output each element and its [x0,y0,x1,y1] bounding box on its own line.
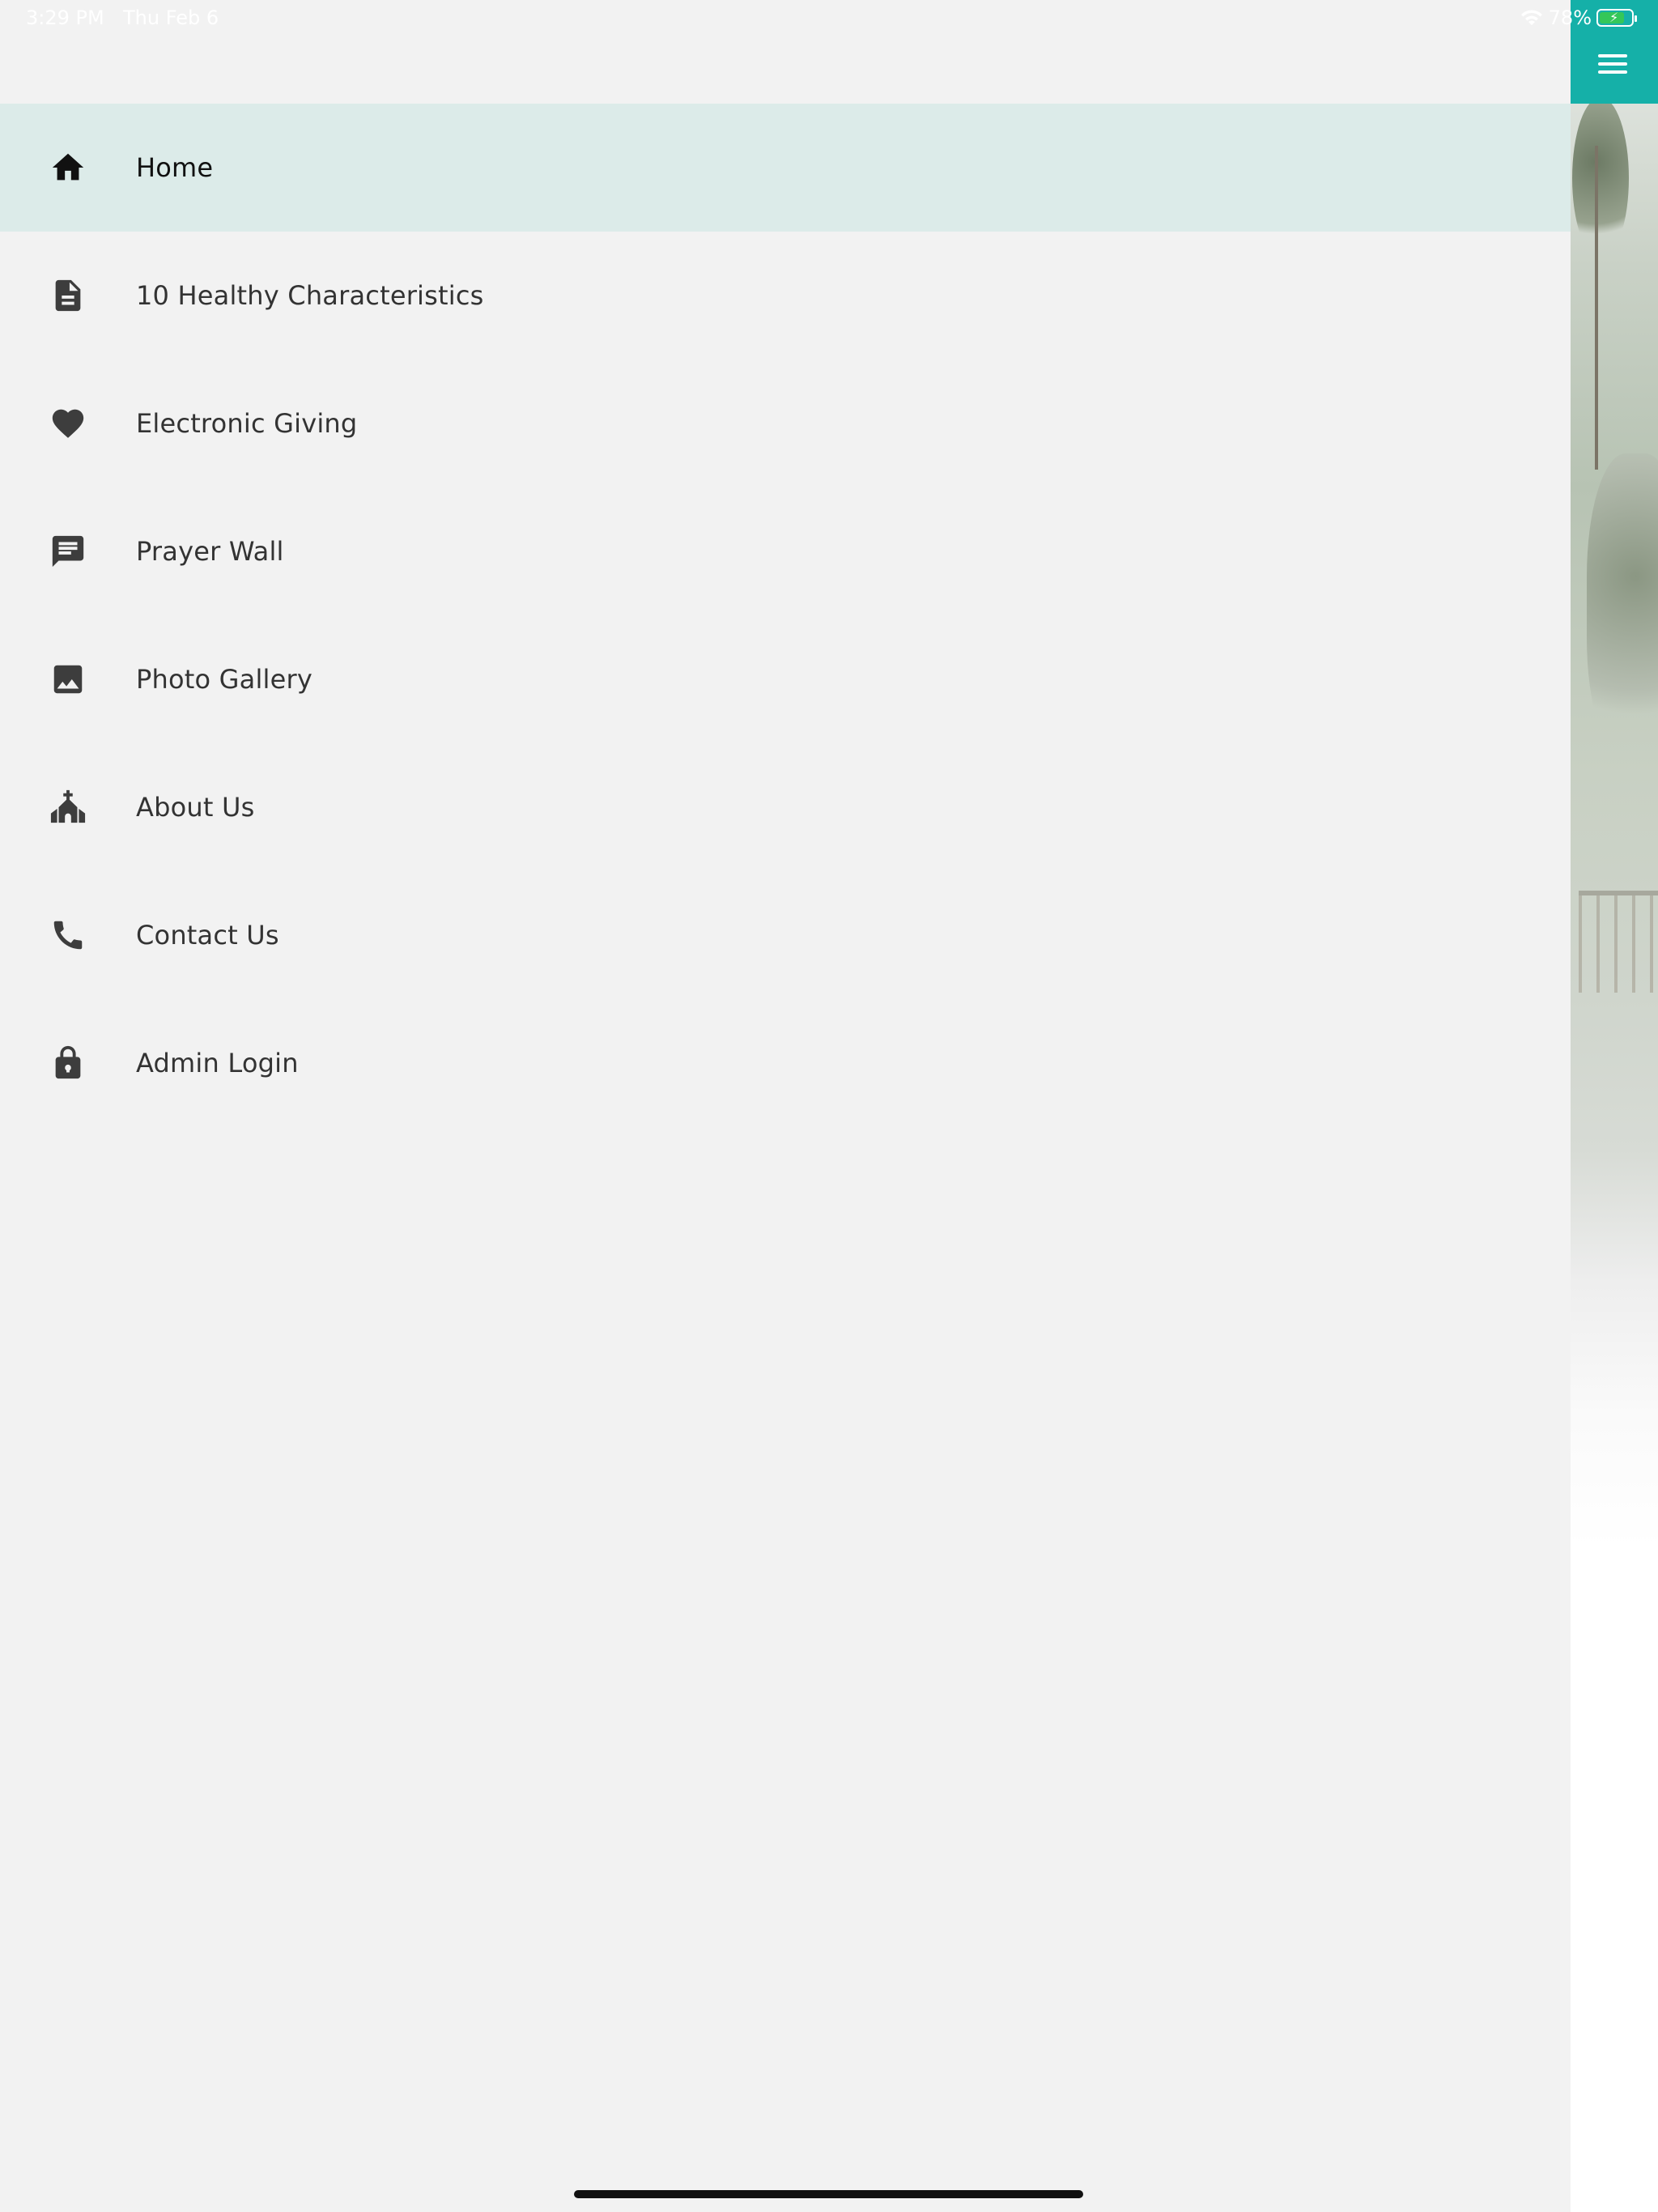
heart-icon [49,404,87,443]
home-indicator[interactable] [574,2190,1083,2198]
palm-tree-crown [1572,97,1629,259]
menu-item-label: Prayer Wall [136,536,284,567]
battery-cap [1635,15,1637,22]
menu-item-admin-login[interactable]: Admin Login [0,999,1571,1127]
wifi-icon [1520,10,1542,25]
menu-item-photo-gallery[interactable]: Photo Gallery [0,615,1571,743]
phone-icon [49,916,87,955]
background-photo [1571,0,1658,2212]
palm-tree-trunk [1595,146,1598,470]
side-drawer: Home 10 Healthy Characteristics Electron… [0,0,1571,2212]
battery-icon: ⚡ [1596,9,1637,27]
status-bar: 3:29 PM Thu Feb 6 78% ⚡ [0,0,1658,39]
menu-item-about-us[interactable]: About Us [0,743,1571,871]
fence [1579,891,1658,993]
menu-item-label: Photo Gallery [136,664,313,695]
message-icon [49,532,87,571]
status-date: Thu Feb 6 [123,6,219,29]
menu-item-label: Electronic Giving [136,408,358,439]
menu-item-label: Home [136,152,214,183]
home-icon [49,148,87,187]
menu-item-electronic-giving[interactable]: Electronic Giving [0,359,1571,487]
church-icon [49,788,87,827]
image-icon [49,660,87,699]
menu-button[interactable] [1587,44,1639,84]
menu-item-label: 10 Healthy Characteristics [136,280,484,311]
bushes [1587,453,1658,761]
menu-item-10-healthy-characteristics[interactable]: 10 Healthy Characteristics [0,232,1571,359]
charging-bolt-icon: ⚡ [1609,10,1619,25]
menu-item-prayer-wall[interactable]: Prayer Wall [0,487,1571,615]
document-icon [49,276,87,315]
battery-percent: 78% [1548,6,1592,29]
menu-item-home[interactable]: Home [0,104,1571,232]
status-indicators: 78% ⚡ [1520,6,1637,29]
menu-item-label: Admin Login [136,1048,299,1078]
lock-icon [49,1044,87,1083]
menu-item-contact-us[interactable]: Contact Us [0,871,1571,999]
status-time: 3:29 PM [26,6,104,29]
menu-item-label: Contact Us [136,920,279,951]
menu-item-label: About Us [136,792,255,823]
hamburger-menu-icon [1598,54,1627,74]
